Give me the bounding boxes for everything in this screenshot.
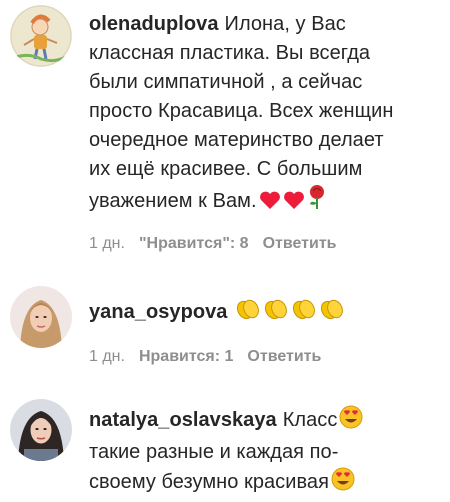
avatar[interactable] (10, 286, 72, 348)
heart-eyes-emoji (331, 467, 355, 500)
avatar[interactable] (10, 399, 72, 461)
avatar-photo (10, 286, 72, 348)
heart-eyes-emoji (339, 405, 363, 438)
comment-timestamp: 1 дн. (89, 348, 125, 365)
comment-line: уважением к Вам. (89, 190, 257, 212)
clapping-hands-emoji (235, 297, 261, 330)
comment-line: были симпатичной , а сейчас (89, 71, 363, 93)
comment-line: Илона, у Вас (224, 13, 346, 35)
comment-username[interactable]: olenaduplova (89, 13, 219, 35)
comment-username[interactable]: yana_osypova (89, 301, 227, 323)
comment-body: natalya_oslavskaya Класс такие разные и к… (89, 405, 439, 500)
avatar-illustration (10, 5, 72, 67)
comment-line: своему безумно красивая (89, 471, 329, 493)
comment-line: просто Красавица. Всех женщин (89, 100, 394, 122)
avatar-photo (10, 399, 72, 461)
comment-meta: 1 дн. Нравится: 1 Ответить (89, 348, 321, 366)
comment-line: Класс (282, 409, 338, 431)
reply-button[interactable]: Ответить (263, 235, 337, 253)
heart-emoji (283, 190, 305, 219)
comment-likes[interactable]: "Нравится": 8 (139, 235, 249, 253)
avatar[interactable] (10, 5, 72, 67)
comment-line: их ещё красивее. С большим (89, 158, 363, 180)
comment-likes[interactable]: Нравится: 1 (139, 348, 233, 366)
comment-text: yana_osypova (89, 297, 439, 330)
clapping-hands-emoji (291, 297, 317, 330)
reply-button[interactable]: Ответить (247, 348, 321, 366)
comment-text: olenaduplova Илона, у Вас классная пласти… (89, 10, 439, 219)
comment-body: yana_osypova (89, 297, 439, 330)
comment-line: классная пластика. Вы всегда (89, 42, 371, 64)
clapping-hands-emoji (319, 297, 345, 330)
clapping-hands-emoji (263, 297, 289, 330)
rose-emoji (307, 184, 327, 219)
comment-timestamp: 1 дн. (89, 235, 125, 252)
comment-item: yana_osypova 1 дн. Нравится: 1 Ответить (0, 270, 450, 385)
comment-body: olenaduplova Илона, у Вас классная пласти… (89, 10, 439, 219)
heart-emoji (259, 190, 281, 219)
comment-line: такие разные и каждая по- (89, 441, 339, 463)
comment-item: natalya_oslavskaya Класс такие разные и к… (0, 385, 450, 502)
comment-meta: 1 дн. "Нравится": 8 Ответить (89, 235, 337, 253)
comment-username[interactable]: natalya_oslavskaya (89, 409, 277, 431)
comment-item: olenaduplova Илона, у Вас классная пласти… (0, 0, 450, 270)
comment-text: natalya_oslavskaya Класс такие разные и к… (89, 405, 439, 500)
comment-line: очередное материнство делает (89, 129, 384, 151)
